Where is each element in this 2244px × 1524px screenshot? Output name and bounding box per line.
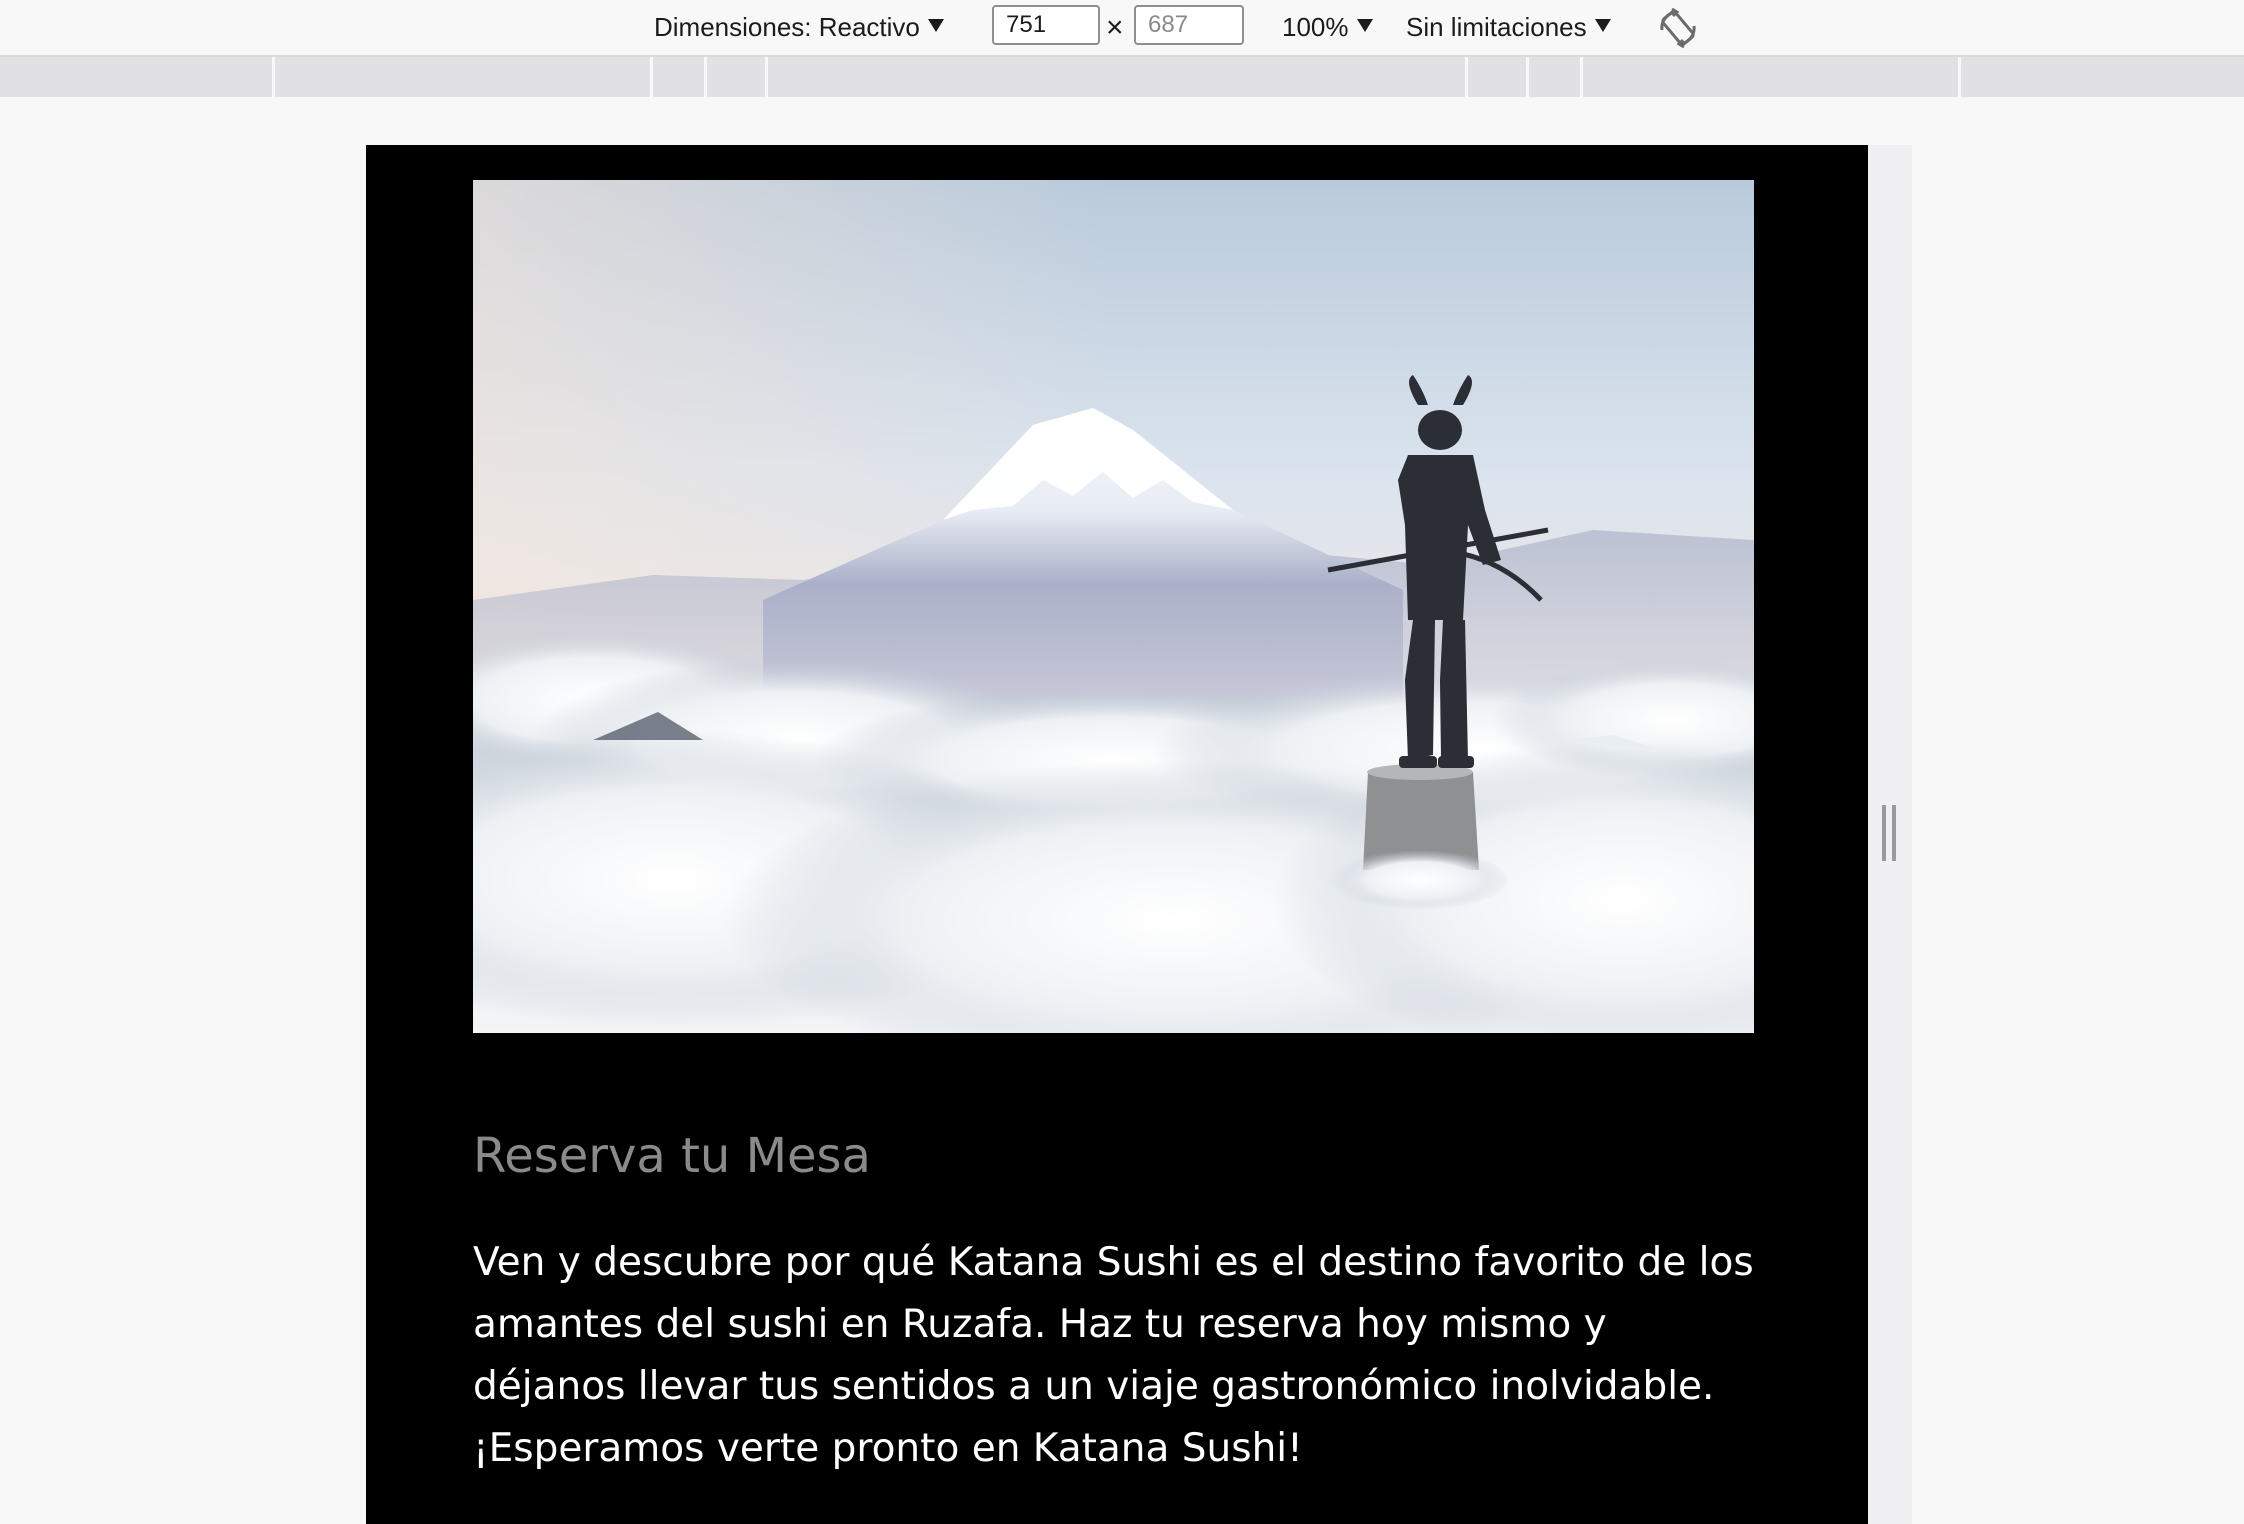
chevron-down-icon bbox=[1594, 19, 1611, 32]
media-query-divider bbox=[704, 57, 707, 97]
hero-image bbox=[473, 180, 1754, 1033]
samurai-mountain-image bbox=[473, 180, 1754, 1033]
zoom-dropdown[interactable]: 100% bbox=[1282, 0, 1373, 55]
media-query-divider bbox=[1526, 57, 1529, 97]
chevron-down-icon bbox=[927, 19, 944, 32]
rotate-icon bbox=[1660, 7, 1696, 49]
dimensions-dropdown[interactable]: Dimensiones: Reactivo bbox=[654, 0, 944, 55]
media-query-divider bbox=[1465, 57, 1468, 97]
media-query-divider bbox=[1580, 57, 1583, 97]
rotate-button[interactable] bbox=[1656, 6, 1700, 50]
reservation-heading: Reserva tu Mesa bbox=[473, 1128, 871, 1184]
grip-line bbox=[1892, 805, 1896, 861]
media-query-divider bbox=[765, 57, 768, 97]
media-query-divider bbox=[650, 57, 653, 97]
responsive-toolbar: Dimensiones: Reactivo × 100% Sin limitac… bbox=[0, 0, 2244, 57]
height-input[interactable] bbox=[1134, 5, 1244, 45]
times-symbol: × bbox=[1106, 10, 1124, 44]
reservation-paragraph: Ven y descubre por qué Katana Sushi es e… bbox=[473, 1240, 1754, 1471]
chevron-down-icon bbox=[1356, 19, 1373, 32]
media-query-divider bbox=[272, 57, 275, 97]
zoom-label: 100% bbox=[1282, 12, 1349, 42]
throttle-label: Sin limitaciones bbox=[1406, 12, 1587, 42]
media-query-bar[interactable] bbox=[0, 57, 2244, 97]
resize-handle[interactable] bbox=[1882, 805, 1896, 861]
media-query-divider bbox=[1958, 57, 1961, 97]
dimensions-label: Dimensiones: Reactivo bbox=[654, 12, 920, 42]
width-input[interactable] bbox=[992, 5, 1100, 45]
throttle-dropdown[interactable]: Sin limitaciones bbox=[1406, 0, 1611, 55]
emulated-viewport: Reserva tu Mesa Ven y descubre por qué K… bbox=[366, 145, 1868, 1524]
grip-line bbox=[1882, 805, 1886, 861]
